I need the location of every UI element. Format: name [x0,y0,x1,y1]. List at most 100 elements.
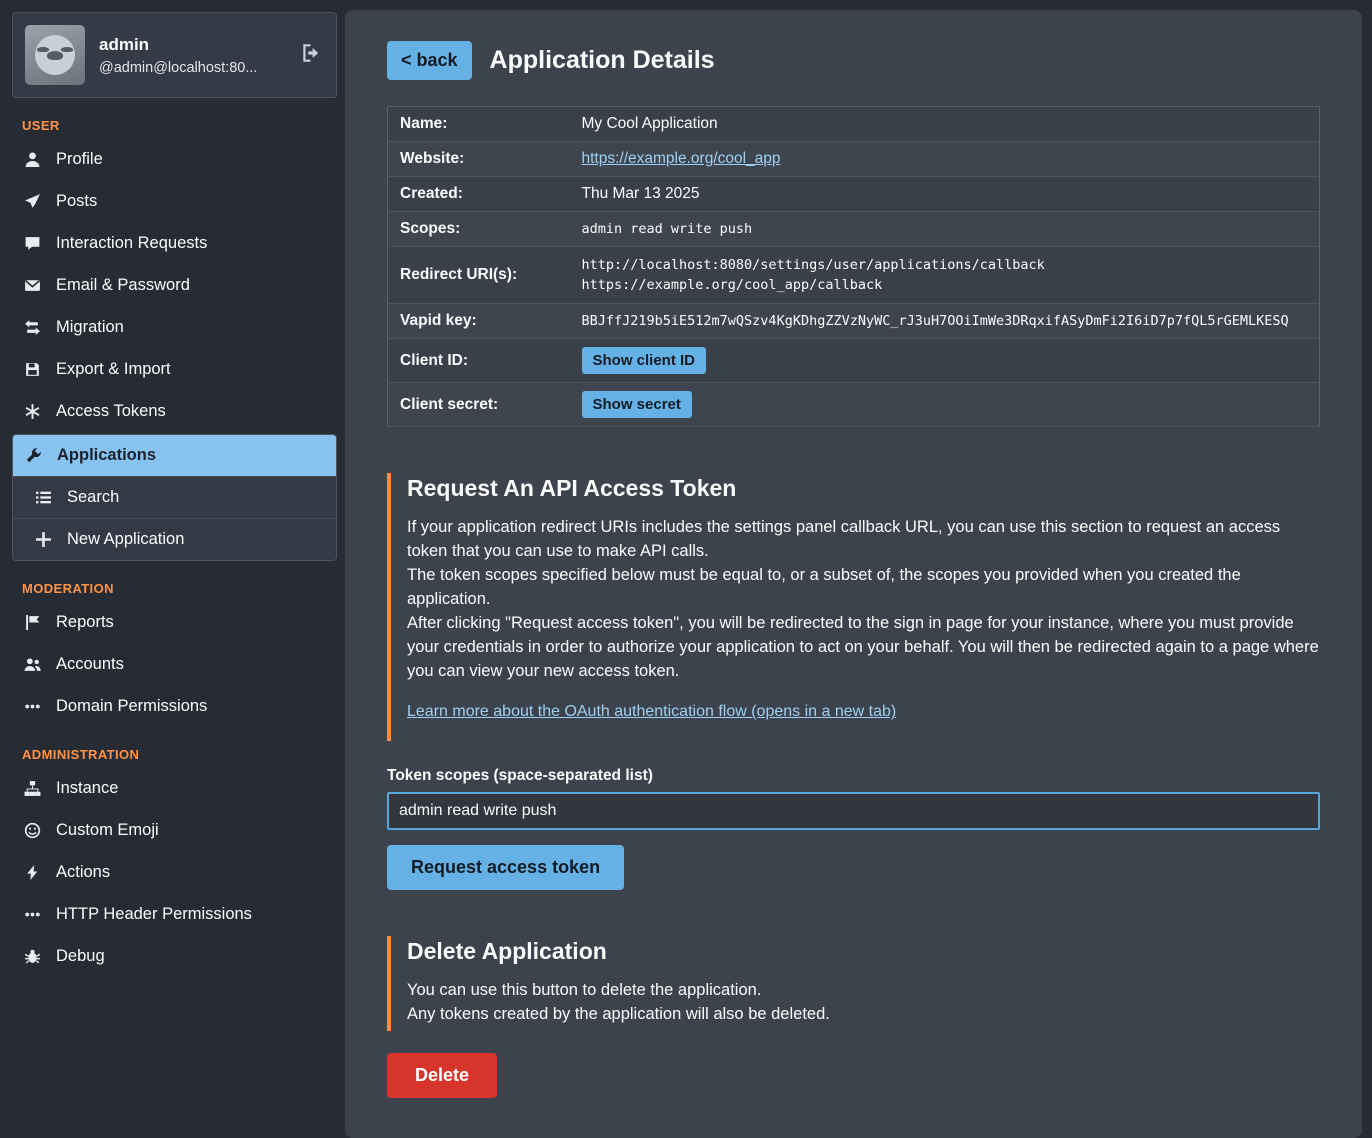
delete-description-line-1: You can use this button to delete the ap… [407,979,1320,1003]
row-label: Vapid key: [388,304,570,339]
delete-application-heading: Delete Application [407,938,1320,965]
sidebar-item-http-header-permissions[interactable]: HTTP Header Permissions [12,894,337,935]
redirect-uri-1: http://localhost:8080/settings/user/appl… [582,255,1308,275]
show-secret-button[interactable]: Show secret [582,391,692,418]
table-row-name: Name: My Cool Application [388,107,1320,142]
sidebar-item-label: Access Tokens [56,402,166,421]
bolt-icon [24,864,41,881]
app-window: admin @admin@localhost:80... USER Profil… [0,0,1372,1138]
request-access-token-button[interactable]: Request access token [387,845,624,890]
sidebar-item-label: Export & Import [56,360,171,379]
back-button[interactable]: < back [387,41,472,80]
row-label: Scopes: [388,212,570,247]
asterisk-icon [24,403,41,420]
table-row-vapid-key: Vapid key: BBJffJ219b5iE512m7wQSzv4KgKDh… [388,304,1320,339]
sidebar-item-domain-permissions[interactable]: Domain Permissions [12,686,337,727]
sidebar-item-label: Actions [56,863,110,882]
sidebar-item-label: Migration [56,318,124,337]
flag-icon [24,614,41,631]
sidebar-item-profile[interactable]: Profile [12,139,337,180]
bug-icon [24,948,41,965]
application-details-table: Name: My Cool Application Website: https… [387,106,1320,427]
sidebar-item-new-application[interactable]: New Application [13,518,336,560]
page-title: Application Details [490,46,715,75]
users-icon [24,656,41,673]
request-token-heading: Request An API Access Token [407,475,1320,502]
sidebar-item-interaction-requests[interactable]: Interaction Requests [12,223,337,264]
user-meta: admin @admin@localhost:80... [99,35,284,76]
sidebar-item-label: Profile [56,150,103,169]
logout-icon[interactable] [298,40,324,71]
vapid-key-value: BBJffJ219b5iE512m7wQSzv4KgKDhgZZVzNyWC_r… [570,304,1320,339]
sidebar-item-label: Search [67,488,119,507]
plus-icon [35,531,52,548]
sidebar-item-label: Instance [56,779,118,798]
sidebar-item-label: Applications [57,446,156,465]
comment-icon [24,235,41,252]
sidebar-item-export-import[interactable]: Export & Import [12,349,337,390]
sidebar-item-debug[interactable]: Debug [12,936,337,977]
sidebar-item-instance[interactable]: Instance [12,768,337,809]
row-label: Name: [388,107,570,142]
row-label: Redirect URI(s): [388,247,570,304]
delete-button[interactable]: Delete [387,1053,497,1098]
token-scopes-label: Token scopes (space-separated list) [387,767,1320,785]
section-title-administration: ADMINISTRATION [22,747,327,762]
row-label: Client ID: [388,339,570,383]
table-row-client-id: Client ID: Show client ID [388,339,1320,383]
sidebar-item-label: Accounts [56,655,124,674]
sidebar: admin @admin@localhost:80... USER Profil… [0,0,345,1138]
oauth-docs-link[interactable]: Learn more about the OAuth authenticatio… [407,703,896,720]
sidebar-item-email-password[interactable]: Email & Password [12,265,337,306]
sidebar-item-actions[interactable]: Actions [12,852,337,893]
user-icon [24,151,41,168]
section-title-moderation: MODERATION [22,581,327,596]
delete-application-section: Delete Application You can use this butt… [387,936,1320,1031]
sidebar-item-accounts[interactable]: Accounts [12,644,337,685]
website-link[interactable]: https://example.org/cool_app [582,150,781,167]
redirect-uri-2: https://example.org/cool_app/callback [582,275,1308,295]
title-row: < back Application Details [387,41,1320,80]
sidebar-item-label: Custom Emoji [56,821,159,840]
username: admin [99,35,284,55]
scopes-value: admin read write push [570,212,1320,247]
sidebar-item-reports[interactable]: Reports [12,602,337,643]
token-scopes-input[interactable] [387,792,1320,830]
smiley-icon [24,822,41,839]
dots-icon [24,698,41,715]
wrench-icon [25,447,42,464]
sidebar-item-label: Email & Password [56,276,190,295]
sidebar-item-label: New Application [67,530,184,549]
oauth-description-line-1: If your application redirect URIs includ… [407,516,1320,564]
floppy-disk-icon [24,361,41,378]
sidebar-item-label: Debug [56,947,105,966]
sidebar-item-label: Interaction Requests [56,234,207,253]
sidebar-item-access-tokens[interactable]: Access Tokens [12,391,337,432]
user-handle: @admin@localhost:80... [99,60,284,76]
applications-group: Applications Search New Application [12,434,337,561]
sidebar-item-migration[interactable]: Migration [12,307,337,348]
list-icon [35,489,52,506]
sitemap-icon [24,780,41,797]
user-card[interactable]: admin @admin@localhost:80... [12,12,337,98]
request-token-section: Request An API Access Token If your appl… [387,473,1320,741]
row-label: Website: [388,142,570,177]
row-label: Created: [388,177,570,212]
sidebar-item-label: Domain Permissions [56,697,207,716]
oauth-description-line-2: The token scopes specified below must be… [407,564,1320,612]
main-panel: < back Application Details Name: My Cool… [345,10,1362,1138]
paper-plane-icon [24,193,41,210]
sidebar-item-applications-search[interactable]: Search [13,476,336,518]
exchange-arrows-icon [24,319,41,336]
table-row-client-secret: Client secret: Show secret [388,383,1320,427]
created-value: Thu Mar 13 2025 [570,177,1320,212]
app-name-value: My Cool Application [570,107,1320,142]
sidebar-item-label: Reports [56,613,114,632]
oauth-description-line-3: After clicking "Request access token", y… [407,612,1320,684]
sidebar-item-applications[interactable]: Applications [13,435,336,476]
show-client-id-button[interactable]: Show client ID [582,347,707,374]
sidebar-item-posts[interactable]: Posts [12,181,337,222]
delete-description-line-2: Any tokens created by the application wi… [407,1003,1320,1027]
envelope-icon [24,277,41,294]
sidebar-item-custom-emoji[interactable]: Custom Emoji [12,810,337,851]
